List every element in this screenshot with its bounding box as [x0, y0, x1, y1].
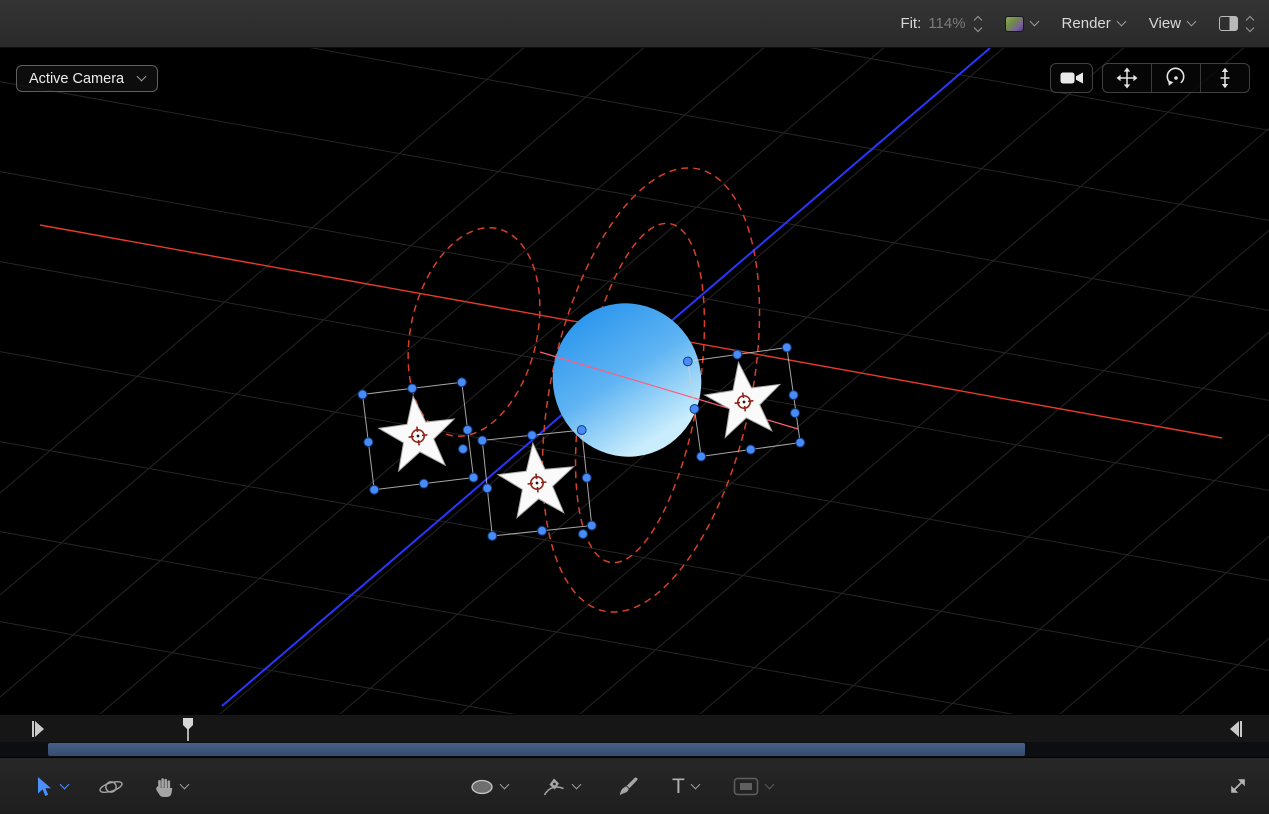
pane-layout-control[interactable] — [1219, 16, 1253, 31]
star-shape[interactable] — [495, 439, 578, 519]
mini-timeline[interactable] — [0, 742, 1269, 757]
out-point-icon[interactable] — [1228, 720, 1242, 738]
hand-tool-button[interactable] — [154, 776, 188, 798]
timeline-ruler[interactable] — [0, 714, 1269, 743]
text-tool-button[interactable]: T — [672, 776, 699, 797]
view-menu-label: View — [1149, 15, 1181, 32]
playhead-icon[interactable] — [182, 717, 194, 741]
orbit-view-button[interactable] — [1151, 64, 1200, 92]
fit-zoom-control[interactable]: Fit: 114% — [900, 15, 980, 32]
pane-layout-icon — [1219, 16, 1238, 31]
paint-tool-button[interactable] — [614, 776, 638, 798]
shape-tool-button[interactable] — [470, 778, 508, 796]
color-swatch-icon — [1005, 16, 1024, 32]
image-frame-tool-button[interactable] — [733, 777, 773, 796]
star-object-2[interactable] — [477, 425, 596, 541]
chevron-down-icon — [60, 780, 70, 790]
camera-overlay-button[interactable] — [1050, 63, 1093, 93]
chevron-down-icon — [1187, 17, 1197, 27]
star-object-3[interactable] — [683, 343, 805, 462]
stepper-icon[interactable] — [1247, 17, 1253, 31]
paint-tool-icon — [614, 776, 638, 798]
camera-menu-button[interactable]: Active Camera — [16, 65, 158, 92]
hand-tool-icon — [154, 776, 174, 798]
camera-icon — [1059, 69, 1085, 87]
bezier-tool-icon — [542, 776, 566, 798]
stepper-icon[interactable] — [975, 17, 981, 31]
camera-menu-label: Active Camera — [29, 71, 124, 87]
dolly-view-button[interactable] — [1200, 64, 1249, 92]
orbit-icon — [1165, 67, 1187, 89]
text-tool-icon: T — [672, 776, 685, 797]
center-tool-group: T — [470, 758, 773, 814]
shape-tool-icon — [470, 778, 494, 796]
chevron-down-icon — [1029, 17, 1039, 27]
transform-3d-tool-button[interactable] — [98, 776, 124, 798]
canvas-scene[interactable] — [0, 48, 1269, 714]
fit-label: Fit: — [900, 15, 921, 32]
pan-view-button[interactable] — [1103, 64, 1151, 92]
transform-3d-tool-icon — [98, 776, 124, 798]
in-point-icon[interactable] — [32, 720, 46, 738]
star-shape[interactable] — [701, 357, 786, 439]
chevron-down-icon — [180, 780, 190, 790]
image-frame-tool-icon — [733, 777, 759, 796]
canvas-viewport[interactable]: Active Camera — [0, 48, 1269, 714]
top-toolbar: Fit: 114% Render View — [0, 0, 1269, 48]
color-swatch-menu[interactable] — [1005, 16, 1038, 32]
mini-timeline-bar[interactable] — [48, 743, 1025, 756]
left-tool-group — [34, 758, 188, 814]
camera-tools-group — [1102, 63, 1250, 93]
chevron-down-icon — [1116, 17, 1126, 27]
bottom-toolbar: T — [0, 757, 1269, 814]
dolly-icon — [1215, 67, 1235, 89]
select-tool-button[interactable] — [34, 776, 68, 798]
render-menu-label: Render — [1062, 15, 1111, 32]
pan-icon — [1116, 67, 1138, 89]
bezier-tool-button[interactable] — [542, 776, 580, 798]
chevron-down-icon — [500, 780, 510, 790]
chevron-down-icon — [572, 780, 582, 790]
chevron-down-icon — [690, 780, 700, 790]
chevron-down-icon — [137, 72, 147, 82]
render-menu[interactable]: Render — [1062, 15, 1125, 32]
chevron-down-icon — [764, 780, 774, 790]
select-tool-icon — [34, 776, 54, 798]
view-menu[interactable]: View — [1149, 15, 1195, 32]
sphere-object[interactable] — [533, 284, 721, 476]
motion-canvas-window: Fit: 114% Render View — [0, 0, 1269, 814]
fit-value: 114% — [928, 15, 965, 32]
view-controls — [1050, 63, 1250, 93]
expand-icon[interactable] — [1227, 775, 1249, 797]
